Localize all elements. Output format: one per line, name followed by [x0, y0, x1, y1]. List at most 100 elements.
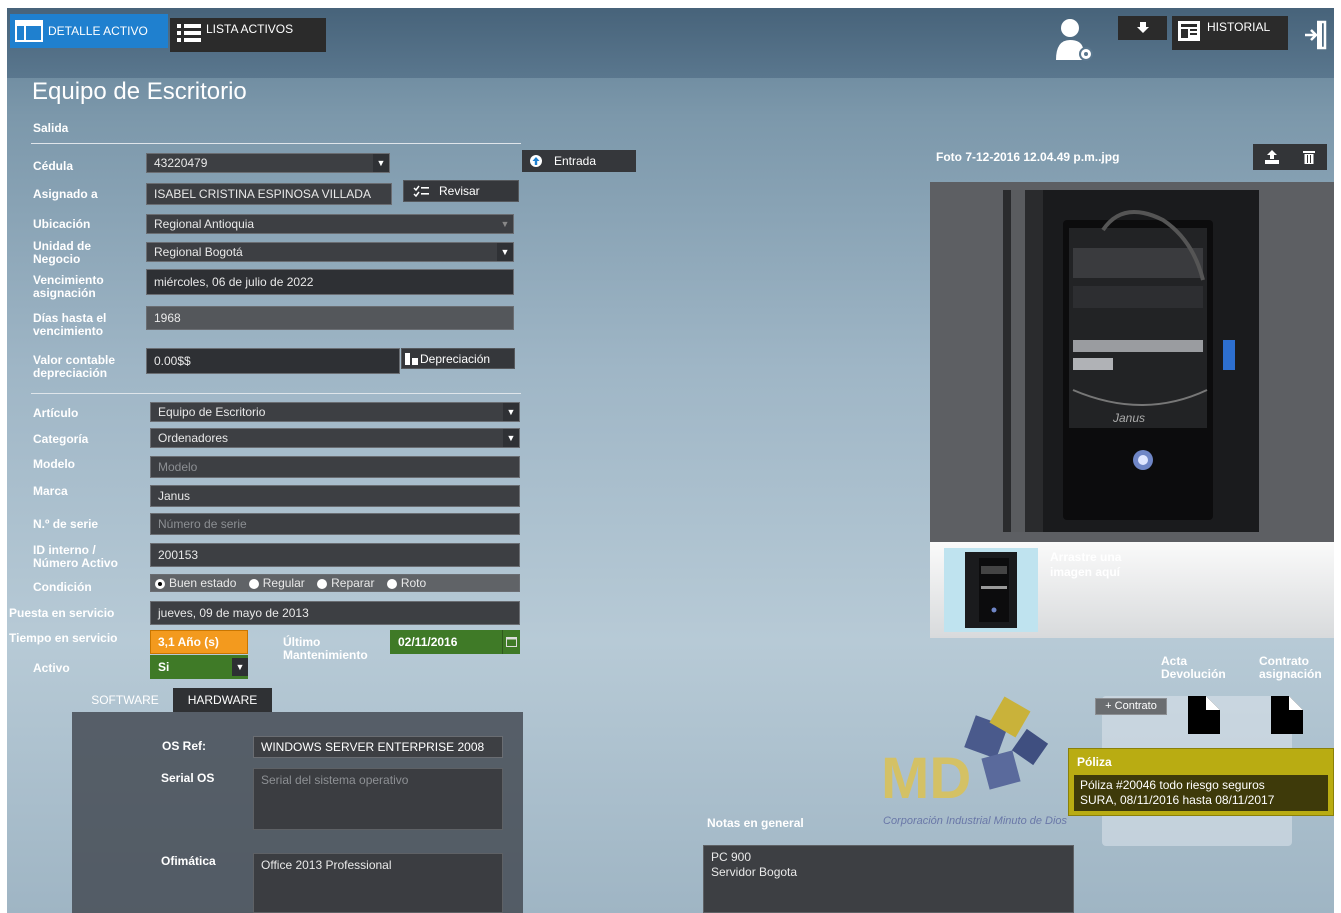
notes-label: Notas en general [707, 816, 804, 830]
logout-icon[interactable] [1303, 20, 1327, 50]
category-select[interactable]: Ordenadores ▼ [150, 428, 520, 448]
assigned-label: Asignado a [33, 187, 98, 201]
article-label: Artículo [33, 406, 79, 420]
checklist-icon [413, 185, 429, 197]
depreciation-label: Depreciación [420, 351, 491, 366]
layout-icon [15, 20, 43, 42]
assigned-field[interactable]: ISABEL CRISTINA ESPINOSA VILLADA [146, 183, 392, 205]
active-value: Si [158, 660, 170, 674]
active-select[interactable]: Si ▼ [150, 655, 248, 679]
trash-icon[interactable] [1303, 150, 1315, 164]
photo-actions [1253, 144, 1327, 170]
list-icon [177, 24, 201, 42]
chevron-down-icon: ▼ [500, 219, 510, 229]
brand-label: Marca [33, 484, 68, 498]
service-start-field[interactable]: jueves, 09 de mayo de 2013 [150, 601, 520, 625]
days-remaining-label: Días hasta el vencimiento [33, 311, 107, 338]
condition-radio-group[interactable]: Buen estado Regular Reparar Roto [150, 574, 520, 592]
condition-option-label: Roto [400, 576, 427, 590]
office-textarea[interactable]: Office 2013 Professional [253, 853, 503, 913]
expiry-date-field[interactable]: miércoles, 06 de julio de 2022 [146, 269, 514, 295]
section-exit-label: Salida [33, 121, 69, 135]
condition-option-regular[interactable]: Regular [248, 575, 305, 591]
page-title: Equipo de Escritorio [32, 78, 247, 105]
service-start-label: Puesta en servicio [9, 606, 115, 620]
business-unit-select[interactable]: Regional Bogotá ▼ [146, 242, 514, 262]
asset-photo: Janus [1003, 190, 1259, 532]
internal-id-label: ID interno / Número Activo [33, 543, 118, 570]
drop-hint[interactable]: Arrastre una imagen aquí [1050, 550, 1150, 580]
condition-option-repair[interactable]: Reparar [317, 575, 375, 591]
condition-option-broken[interactable]: Roto [386, 575, 427, 591]
detail-asset-tab[interactable]: DETALLE ACTIVO [10, 14, 168, 48]
logo-initials: MD [881, 746, 971, 811]
condition-option-good[interactable]: Buen estado [155, 575, 237, 591]
book-value-label: Valor contable depreciación [33, 353, 116, 380]
bar-chart-icon [405, 352, 418, 365]
add-contract-button[interactable]: + Contrato [1095, 698, 1167, 715]
user-settings-icon[interactable] [1053, 16, 1095, 62]
location-select[interactable]: Regional Antioquia ▼ [146, 214, 514, 234]
list-assets-label: LISTA ACTIVOS [206, 22, 294, 36]
review-label: Revisar [439, 184, 480, 198]
serial-input[interactable]: Número de serie [150, 513, 520, 535]
os-ref-field[interactable]: WINDOWS SERVER ENTERPRISE 2008 [253, 736, 503, 758]
location-value: Regional Antioquia [154, 217, 255, 231]
chevron-down-icon: ▼ [497, 243, 513, 261]
upload-icon[interactable] [1265, 150, 1279, 164]
model-label: Modelo [33, 457, 75, 471]
cedula-label: Cédula [33, 159, 74, 173]
serial-os-label: Serial OS [161, 771, 215, 785]
location-label: Ubicación [33, 217, 91, 231]
document-icon[interactable] [1271, 696, 1303, 734]
photo-filename: Foto 7-12-2016 12.04.49 p.m..jpg [936, 150, 1120, 164]
article-value: Equipo de Escritorio [158, 405, 266, 419]
download-button[interactable] [1118, 16, 1167, 40]
active-label: Activo [33, 661, 70, 675]
depreciation-button[interactable]: Depreciación [401, 348, 515, 369]
business-unit-label: Unidad de Negocio [33, 239, 92, 266]
condition-option-label: Buen estado [169, 576, 237, 590]
chevron-down-icon: ▼ [373, 154, 389, 172]
chevron-down-icon: ▼ [232, 658, 248, 676]
review-button[interactable]: Revisar [403, 180, 519, 202]
policy-card: Póliza Póliza #20046 todo riesgo seguros… [1068, 748, 1334, 816]
last-maintenance-date[interactable]: 02/11/2016 [390, 630, 502, 654]
serial-os-textarea[interactable]: Serial del sistema operativo [253, 768, 503, 830]
history-button[interactable]: HISTORIAL [1172, 16, 1288, 50]
book-value-field[interactable]: 0.00$$ [146, 348, 400, 374]
arrow-up-circle-icon [530, 155, 542, 167]
cedula-value: 43220479 [154, 156, 208, 170]
policy-details: Póliza #20046 todo riesgo seguros SURA, … [1074, 775, 1328, 811]
condition-option-label: Reparar [331, 576, 375, 590]
document-icon[interactable] [1188, 696, 1220, 734]
time-in-service-badge: 3,1 Año (s) [150, 630, 248, 654]
days-remaining-field: 1968 [146, 306, 514, 330]
download-icon [1136, 22, 1149, 33]
notes-line: PC 900 [711, 850, 752, 864]
divider [31, 143, 521, 144]
office-label: Ofimática [161, 854, 216, 868]
tab-hardware[interactable]: HARDWARE [173, 688, 272, 712]
notes-textarea[interactable]: PC 900 Servidor Bogota [703, 845, 1074, 913]
policy-title: Póliza [1077, 755, 1112, 769]
return-act-label: Acta Devolución [1161, 654, 1226, 681]
entry-button[interactable]: Entrada [522, 150, 636, 172]
cedula-select[interactable]: 43220479 ▼ [146, 153, 390, 173]
app-window: DETALLE ACTIVO LISTA ACTIVOS HISTORIAL E… [7, 8, 1334, 913]
model-input[interactable]: Modelo [150, 456, 520, 478]
policy-line: Póliza #20046 todo riesgo seguros [1080, 778, 1265, 792]
calendar-button[interactable] [502, 630, 520, 654]
thumbnail[interactable] [944, 548, 1038, 632]
chevron-down-icon: ▼ [503, 403, 519, 421]
divider [31, 393, 521, 394]
internal-id-input[interactable]: 200153 [150, 543, 520, 567]
case-brand-text: Janus [1112, 411, 1145, 425]
time-in-service-label: Tiempo en servicio [9, 631, 118, 645]
document-history-icon [1178, 21, 1200, 41]
tab-software[interactable]: SOFTWARE [77, 688, 173, 712]
article-select[interactable]: Equipo de Escritorio ▼ [150, 402, 520, 422]
list-assets-tab[interactable]: LISTA ACTIVOS [170, 18, 326, 52]
brand-input[interactable]: Janus [150, 485, 520, 507]
assignment-contract-label: Contrato asignación [1259, 654, 1322, 681]
